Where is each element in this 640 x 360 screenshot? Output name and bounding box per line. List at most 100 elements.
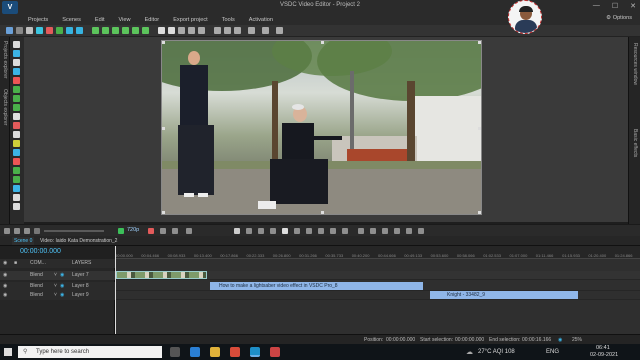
zoom-in-icon[interactable] xyxy=(4,228,10,234)
video-clip-thumbnails[interactable] xyxy=(116,271,207,279)
chevron-down-icon[interactable]: ˅ xyxy=(54,291,57,300)
menu-scenes[interactable]: Scenes xyxy=(62,17,81,23)
track-row[interactable]: ◉ Blend ˅ ◉ Layer 7 xyxy=(0,271,115,280)
video-preview-frame[interactable] xyxy=(161,40,482,215)
paste-icon[interactable] xyxy=(418,228,424,234)
clock-time[interactable]: 06:41 xyxy=(596,345,610,351)
track-row[interactable]: ◉ Blend ˅ ◉ Layer 8 xyxy=(0,282,115,291)
tab-objects-explorer[interactable]: Objects explorer xyxy=(2,89,8,125)
loop-icon[interactable] xyxy=(172,228,178,234)
marker-remove-icon[interactable] xyxy=(370,228,376,234)
vsdc-taskbar-icon[interactable] xyxy=(250,347,260,357)
resize-handle-bl[interactable] xyxy=(162,211,165,214)
snap-icon[interactable] xyxy=(168,27,175,34)
eye-icon[interactable]: ◉ xyxy=(3,259,7,268)
eye-icon[interactable]: ◉ xyxy=(3,271,7,280)
line-tool-icon[interactable] xyxy=(13,113,20,120)
resize-handle-r[interactable] xyxy=(478,127,481,130)
copy-icon[interactable] xyxy=(406,228,412,234)
play-icon[interactable] xyxy=(282,228,288,234)
forward-icon[interactable] xyxy=(318,228,324,234)
align-left-icon[interactable] xyxy=(92,27,99,34)
settings-icon[interactable] xyxy=(276,27,283,34)
zoom-fit-icon[interactable] xyxy=(24,228,30,234)
pan-tool-icon[interactable] xyxy=(13,203,20,210)
tab-video-file[interactable]: Video: Iaido Kata Demonstration_2 xyxy=(38,237,119,245)
clip-lightsaber[interactable]: How to make a lightsaber video effect in… xyxy=(210,282,423,290)
chevron-down-icon[interactable]: ˅ xyxy=(54,282,57,291)
taskbar-search-input[interactable]: ⚲ Type here to search xyxy=(18,346,162,358)
sprite-tool-icon[interactable] xyxy=(13,149,20,156)
sprite-icon[interactable] xyxy=(36,27,43,34)
resize-handle-t[interactable] xyxy=(321,41,324,44)
prev-marker-icon[interactable] xyxy=(246,228,252,234)
grid-icon[interactable] xyxy=(158,27,165,34)
align-bottom-icon[interactable] xyxy=(142,27,149,34)
ellipse-tool-icon[interactable] xyxy=(13,95,20,102)
close-icon[interactable]: ✕ xyxy=(630,2,636,10)
transitions-tool-icon[interactable] xyxy=(13,176,20,183)
lock-icon[interactable]: ■ xyxy=(14,259,17,268)
next-marker-icon[interactable] xyxy=(342,228,348,234)
zoom-fit-icon[interactable]: ◉ xyxy=(558,337,562,343)
full-screen-icon[interactable] xyxy=(248,27,255,34)
tab-projects-explorer[interactable]: Projects explorer xyxy=(2,41,8,79)
pause-icon[interactable] xyxy=(306,228,312,234)
screenshot-icon[interactable] xyxy=(160,228,166,234)
filters-tool-icon[interactable] xyxy=(13,185,20,192)
hand-icon[interactable] xyxy=(16,27,23,34)
chart-tool-icon[interactable] xyxy=(13,131,20,138)
split-icon[interactable] xyxy=(382,228,388,234)
task-view-icon[interactable] xyxy=(170,347,180,357)
record-icon[interactable] xyxy=(148,228,154,234)
next-frame-icon[interactable] xyxy=(330,228,336,234)
resize-handle-br[interactable] xyxy=(478,211,481,214)
rotate-icon[interactable] xyxy=(214,27,221,34)
tab-scene-0[interactable]: Scene 0 xyxy=(12,237,35,245)
cursor-tool-icon[interactable] xyxy=(13,41,20,48)
maximize-icon[interactable]: ☐ xyxy=(612,2,618,10)
chevron-down-icon[interactable]: ˅ xyxy=(54,271,57,280)
cut-icon[interactable] xyxy=(394,228,400,234)
cursor-icon[interactable] xyxy=(6,27,13,34)
weather-text[interactable]: 27°C AQI 108 xyxy=(478,349,515,355)
order-front-icon[interactable] xyxy=(188,27,195,34)
dropdown-icon[interactable] xyxy=(262,27,269,34)
eye-icon[interactable]: ◉ xyxy=(3,282,7,291)
resize-handle-b[interactable] xyxy=(321,211,324,214)
eye-icon[interactable]: ◉ xyxy=(3,291,7,300)
undo-icon[interactable] xyxy=(66,27,73,34)
clock-icon[interactable] xyxy=(234,228,240,234)
rectangle-tool-icon[interactable] xyxy=(13,86,20,93)
align-right-icon[interactable] xyxy=(112,27,119,34)
layer-name[interactable]: Layer 9 xyxy=(72,291,89,300)
timeline-ruler[interactable]: 00:00.000 00:04.466 00:08.933 00:13.400 00:1… xyxy=(115,246,640,259)
menu-projects[interactable]: Projects xyxy=(28,17,48,23)
subtitle-tool-icon[interactable] xyxy=(13,122,20,129)
crop-icon[interactable] xyxy=(26,27,33,34)
move-tool-icon[interactable] xyxy=(13,194,20,201)
menu-view[interactable]: View xyxy=(119,17,131,23)
track-visibility-icon[interactable]: ◉ xyxy=(60,282,64,291)
chrome-icon[interactable] xyxy=(230,347,240,357)
zoom-fit-icon[interactable] xyxy=(234,27,241,34)
language-indicator[interactable]: ENG xyxy=(546,349,559,355)
effects-tool-icon[interactable] xyxy=(13,167,20,174)
preview-quality-icon[interactable] xyxy=(118,228,124,234)
timeline-tracks[interactable]: How to make a lightsaber video effect in… xyxy=(115,259,640,334)
redo-icon[interactable] xyxy=(76,27,83,34)
counter-tool-icon[interactable] xyxy=(13,158,20,165)
minimize-icon[interactable]: — xyxy=(593,2,600,10)
zoom-percent[interactable]: 25% xyxy=(572,337,582,343)
animation-tool-icon[interactable] xyxy=(13,140,20,147)
menu-edit[interactable]: Edit xyxy=(95,17,105,23)
tab-basic-effects[interactable]: Basic effects xyxy=(632,129,638,157)
preview-resolution[interactable]: 720p xyxy=(127,227,139,233)
align-top-icon[interactable] xyxy=(122,27,129,34)
file-explorer-icon[interactable] xyxy=(210,347,220,357)
prev-frame-icon[interactable] xyxy=(258,228,264,234)
align-middle-icon[interactable] xyxy=(132,27,139,34)
resize-handle-tl[interactable] xyxy=(162,41,165,44)
resize-handle-tr[interactable] xyxy=(478,41,481,44)
rewind-icon[interactable] xyxy=(270,228,276,234)
